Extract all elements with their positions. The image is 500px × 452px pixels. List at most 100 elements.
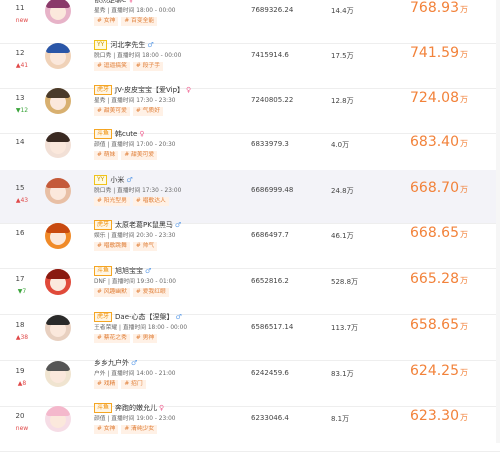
score-value: 683.40万 xyxy=(410,134,468,150)
rank-number: 19 xyxy=(15,367,25,375)
streamer-name[interactable]: 河北李先生 xyxy=(110,40,145,50)
rank-number: 20 xyxy=(15,412,25,420)
streamer-info: 虎牙 太原老葛PK鼠黑马 ♂ 娱乐 | 直播时间 20:30 - 23:30 # 唱歌跳… xyxy=(94,219,244,251)
avatar[interactable] xyxy=(45,406,71,432)
avatar[interactable] xyxy=(45,269,71,295)
gender-icon: ♀ xyxy=(128,0,133,4)
fans-count: 4.0万 xyxy=(331,141,350,149)
tag-label: 阳光型男 xyxy=(103,198,127,204)
fans-count: 24.8万 xyxy=(331,187,354,195)
avatar[interactable] xyxy=(45,43,71,69)
streamer-name[interactable]: 小米 xyxy=(110,175,124,185)
tag-label: 气质好 xyxy=(142,108,161,114)
avatar[interactable] xyxy=(45,178,71,204)
streamer-name[interactable]: 太原老葛PK鼠黑马 xyxy=(115,220,173,230)
rank-number: 18 xyxy=(15,321,25,329)
popularity-value: 6242459.6 xyxy=(251,369,289,377)
tag-label: 唱歌跳舞 xyxy=(103,243,127,249)
rank-number: 16 xyxy=(15,229,25,237)
tag-label: 百变全能 xyxy=(131,18,155,24)
fans-count: 528.8万 xyxy=(331,278,359,286)
tag-list: # 萌妹 # 甜美可爱 xyxy=(94,151,244,160)
rank-number: 12 xyxy=(15,49,25,57)
tag: # 唱歌跳舞 xyxy=(94,242,130,251)
scrollbar[interactable] xyxy=(496,0,500,443)
streamer-name[interactable]: Dae-心态【涅槃】 xyxy=(115,312,174,322)
popularity-value: 6233046.4 xyxy=(251,414,289,422)
score-number: 724.08 xyxy=(410,90,459,106)
score-unit: 万 xyxy=(460,185,468,194)
avatar-hair xyxy=(46,406,70,416)
tag: # 戏精 xyxy=(94,380,119,389)
streamer-name[interactable]: 韩cute xyxy=(115,129,137,139)
stream-time: 直播时间 17:30 - 23:30 xyxy=(111,98,176,104)
tag-label: 唱歌达人 xyxy=(142,198,166,204)
avatar[interactable] xyxy=(45,88,71,114)
avatar[interactable] xyxy=(45,0,71,24)
popularity-value: 6833979.3 xyxy=(251,140,289,148)
tag: # 萌妹 xyxy=(94,151,119,160)
avatar[interactable] xyxy=(45,361,71,387)
streamer-info: 斗鱼 旭旭宝宝 ♂ DNF | 直播时间 19:30 - 01:00 # 风趣幽默 # 爱… xyxy=(94,265,244,297)
popularity-value: 6686999.48 xyxy=(251,186,294,194)
tag: # 蔡花之秀 xyxy=(94,334,130,343)
streamer-name[interactable]: 奔跑的嫩允儿 xyxy=(115,403,157,413)
tag-label: 清纯少女 xyxy=(131,426,155,432)
avatar-hair xyxy=(46,315,70,325)
stream-time: 直播时间 18:00 - 00:00 xyxy=(122,325,188,331)
platform-badge: YY xyxy=(94,39,108,50)
streamer-info: 虎牙 Dae-心态【涅槃】 ♂ 王者荣耀 | 直播时间 18:00 - 00:00 # … xyxy=(94,311,244,343)
score-number: 668.65 xyxy=(410,225,459,241)
rank-trend: ▲43 xyxy=(15,197,29,204)
score-value: 665.28万 xyxy=(410,271,468,287)
fans-count: 14.4万 xyxy=(331,7,354,15)
popularity-value: 6686497.7 xyxy=(251,231,289,239)
avatar-hair xyxy=(46,43,70,53)
tag-label: 风趣幽默 xyxy=(103,289,127,295)
score-number: 668.70 xyxy=(410,180,459,196)
stream-meta: DNF | 直播时间 19:30 - 01:00 xyxy=(94,279,176,285)
gender-icon: ♂ xyxy=(174,220,182,229)
score-value: 668.65万 xyxy=(410,225,468,241)
score-number: 741.59 xyxy=(410,45,459,61)
tag-label: 爱我红眼 xyxy=(142,289,166,295)
tag: # 风趣幽默 xyxy=(94,288,130,297)
score-number: 665.28 xyxy=(410,271,459,287)
rank-number: 15 xyxy=(15,184,25,192)
streamer-name[interactable]: 旭旭宝宝 xyxy=(115,266,143,276)
tag-list: # 戏精 # 招门 xyxy=(94,380,244,389)
gender-icon: ♂ xyxy=(147,40,154,49)
tag: # 女神 xyxy=(94,17,119,26)
tag: # 帅气 xyxy=(132,242,158,251)
category-label: DNF xyxy=(94,279,107,285)
avatar[interactable] xyxy=(45,223,71,249)
avatar[interactable] xyxy=(45,315,71,341)
tag: # 百变全能 xyxy=(121,17,158,26)
stream-time: 直播时间 19:00 - 23:00 xyxy=(111,416,176,422)
rank-number: 11 xyxy=(15,4,25,12)
streamer-name[interactable]: 依然是聊e xyxy=(94,0,126,5)
tag: # 段子手 xyxy=(132,62,164,71)
score-unit: 万 xyxy=(460,230,468,239)
tag: # 阳光型男 xyxy=(94,197,130,206)
tag-list: # 阳光型男 # 唱歌达人 xyxy=(94,197,244,206)
platform-badge: 虎牙 xyxy=(94,84,113,95)
avatar-hair xyxy=(46,132,70,142)
table-row[interactable]: 20 new 斗鱼 奔跑的嫩允儿 ♀ 颜值 | 直播时间 19:00 - 23:00 # 女… xyxy=(0,398,500,452)
stream-meta: 王者荣耀 | 直播时间 18:00 - 00:00 xyxy=(94,325,188,331)
streamer-info: 斗鱼 韩cute ♀ 颜值 | 直播时间 17:00 - 20:30 # 萌妹 # 甜美可… xyxy=(94,128,244,160)
rank-trend: new xyxy=(15,17,29,24)
platform-badge: 虎牙 xyxy=(94,219,113,230)
avatar[interactable] xyxy=(45,132,71,158)
streamer-name[interactable]: 乡乡九户外 xyxy=(94,358,129,368)
rank-trend: ▼7 xyxy=(17,288,27,295)
score-value: 768.93万 xyxy=(410,0,468,16)
fans-count: 83.1万 xyxy=(331,370,354,378)
streamer-name[interactable]: JV-皮皮宝宝【爱Vip】 xyxy=(115,85,184,95)
avatar-hair xyxy=(46,0,70,8)
avatar-hair xyxy=(46,88,70,98)
fans-count: 8.1万 xyxy=(331,415,350,423)
popularity-value: 7415914.6 xyxy=(251,51,289,59)
tag: # 逗逼搞笑 xyxy=(94,62,130,71)
tag-list: # 蔡花之秀 # 男神 xyxy=(94,334,244,343)
